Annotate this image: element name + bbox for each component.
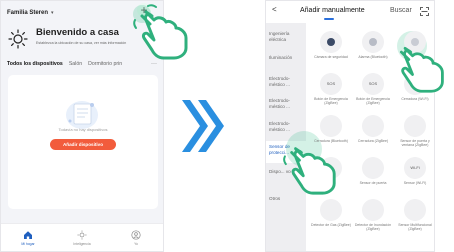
device-tile[interactable]: Sensor de puerta y ventana (ZigBee) — [394, 113, 434, 153]
device-icon: Wi-Fi — [404, 157, 426, 179]
device-tile[interactable]: Alarma (Bluetooth) — [352, 29, 394, 69]
device-glyph — [327, 38, 335, 46]
device-glyph-text: SOS — [368, 81, 378, 86]
device-label: Sensor (Wi-Fi) — [403, 181, 427, 185]
device-label: Cerradura (Wi-Fi) — [401, 97, 429, 101]
family-name[interactable]: Familia Steren — [7, 10, 48, 16]
device-icon — [404, 199, 426, 221]
device-label: Detector de Gas (ZigBee) — [311, 223, 351, 227]
device-tile[interactable]: Sensor Multifuncional (ZigBee) — [394, 197, 434, 237]
empty-devices-card: Todavía no hay dispositivos Añadir dispo… — [8, 75, 158, 209]
add-device-topbar: < Añadir manualmente Buscar — [266, 1, 434, 23]
room-tabs: Todos los dispositivos Salón Dormitorio … — [7, 59, 157, 69]
device-label: Cámara de seguridad — [314, 55, 348, 59]
pointing-hand-icon — [399, 46, 444, 93]
device-label: Sensor de puerta — [359, 181, 387, 185]
device-glyph-text: Wi-Fi — [410, 165, 420, 170]
device-label: Botón de Emergencia (ZigBee) — [356, 97, 390, 106]
welcome-title: Bienvenido a casa — [36, 27, 119, 38]
device-label: Sensor de puerta y ventana (ZigBee) — [400, 139, 430, 148]
device-icon — [362, 199, 384, 221]
tab-all-devices[interactable]: Todos los dispositivos — [7, 61, 63, 67]
device-icon — [320, 31, 342, 53]
more-icon[interactable]: ··· — [151, 61, 157, 67]
device-tile[interactable]: Sensor de puerta — [352, 155, 394, 195]
tab-search[interactable]: Buscar — [390, 7, 412, 14]
double-chevron-right-icon — [182, 100, 224, 152]
device-tile[interactable]: Detector de Gas (ZigBee) — [310, 197, 352, 237]
device-icon — [404, 115, 426, 137]
device-label: Alarma (Bluetooth) — [358, 55, 388, 59]
device-icon — [362, 115, 384, 137]
chevron-down-icon[interactable]: ▾ — [51, 10, 54, 16]
device-label: Cerradura (ZigBee) — [357, 139, 389, 143]
nav-item-me[interactable]: Yo — [116, 229, 156, 246]
sidebar-item-others[interactable]: Otros — [269, 196, 305, 202]
device-label: Botón de Emergencia (ZigBee) — [314, 97, 348, 106]
tab-living-room[interactable]: Salón — [69, 61, 82, 67]
pointing-hand-icon — [283, 147, 336, 195]
sidebar-item-lighting[interactable]: Iluminación — [269, 55, 305, 61]
add-device-button[interactable]: Añadir dispositivo — [50, 139, 116, 150]
bottom-nav: Mi hogar Inteligencia Yo — [1, 223, 163, 251]
device-icon — [320, 115, 342, 137]
device-icon: SOS — [320, 73, 342, 95]
tab-active-indicator — [324, 18, 334, 20]
device-icon — [362, 157, 384, 179]
device-tile[interactable]: Cámara de seguridad — [310, 29, 352, 69]
add-device-screen: < Añadir manualmente Buscar Ingeniería e… — [265, 0, 435, 252]
nav-item-home[interactable]: Mi hogar — [8, 230, 48, 246]
nav-label-smart: Inteligencia — [73, 241, 91, 246]
device-glyph-text: SOS — [326, 81, 336, 86]
nav-item-smart[interactable]: Inteligencia — [62, 230, 102, 246]
sidebar-item-appliance-2[interactable]: Electrodo-méstico ... — [269, 98, 305, 109]
pointing-hand-icon — [133, 4, 188, 60]
sun-icon — [8, 29, 28, 49]
device-tile[interactable]: SOS Botón de Emergencia (ZigBee) — [310, 71, 352, 111]
sidebar-item-appliance-1[interactable]: Electrodo-méstico ... — [269, 76, 305, 87]
tab-main-bedroom[interactable]: Dormitorio prin — [88, 61, 122, 67]
device-tile[interactable]: SOS Botón de Emergencia (ZigBee) — [352, 71, 394, 111]
device-icon — [362, 31, 384, 53]
empty-devices-text: Todavía no hay dispositivos — [58, 127, 108, 132]
scan-icon[interactable] — [420, 7, 429, 16]
device-tile[interactable]: Wi-Fi Sensor (Wi-Fi) — [394, 155, 434, 195]
home-icon — [24, 230, 32, 239]
user-icon — [131, 229, 141, 240]
device-label: Sensor Multifuncional (ZigBee) — [398, 223, 432, 232]
nav-label-me: Yo — [134, 241, 138, 246]
welcome-subtitle[interactable]: Establezca la ubicación de su casa, ver … — [36, 41, 126, 45]
back-icon[interactable]: < — [272, 5, 277, 14]
tab-add-manually[interactable]: Añadir manualmente — [300, 7, 365, 14]
sun-icon — [77, 230, 87, 239]
device-tile[interactable]: Detector de Inundación (ZigBee) — [352, 197, 394, 237]
sidebar-item-electrical[interactable]: Ingeniería eléctrica — [269, 31, 305, 42]
device-label: Detector de Inundación (ZigBee) — [354, 223, 392, 232]
device-glyph — [369, 38, 377, 46]
device-icon — [320, 199, 342, 221]
device-tile[interactable]: Cerradura (ZigBee) — [352, 113, 394, 153]
device-icon: SOS — [362, 73, 384, 95]
nav-label-home: Mi hogar — [21, 241, 35, 246]
